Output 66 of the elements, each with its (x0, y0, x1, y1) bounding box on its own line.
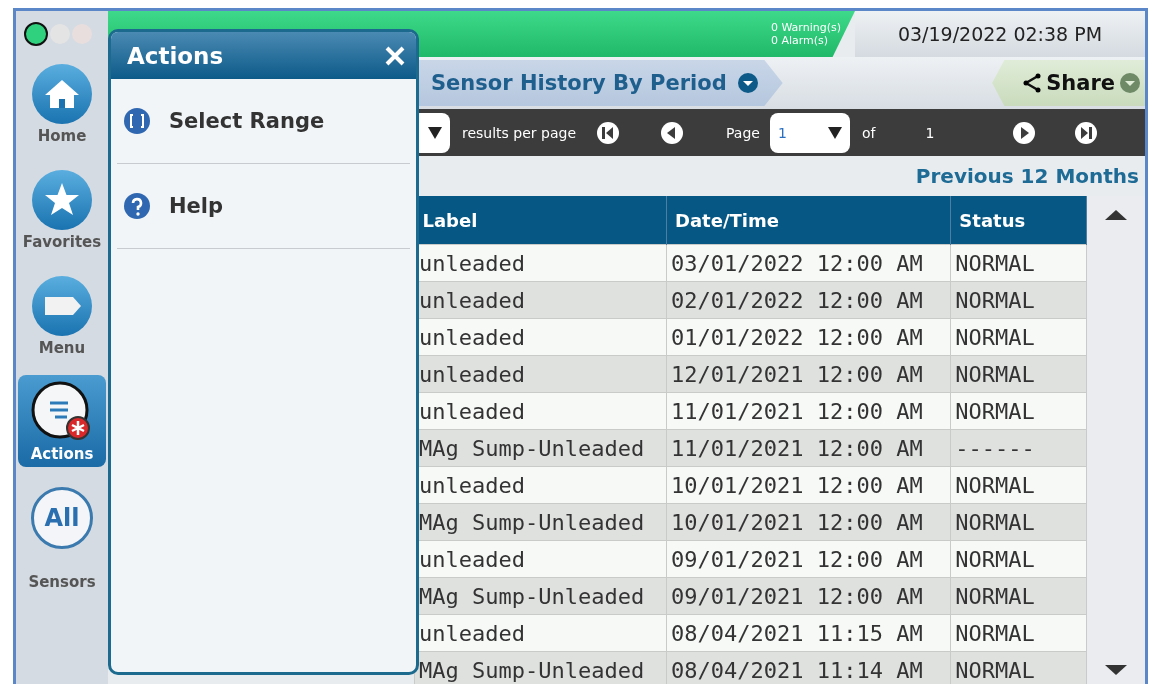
period-label: Previous 12 Months (914, 163, 1140, 190)
table-cell: NORMAL (950, 577, 1087, 615)
caret-icon (428, 126, 442, 139)
sidebar-item[interactable]: Favorites (18, 163, 106, 255)
table-cell: NORMAL (950, 281, 1087, 319)
table-cell: NORMAL (950, 466, 1087, 504)
of-label: of (861, 124, 876, 141)
table-cell: NORMAL (950, 614, 1087, 652)
scroll-up-icon[interactable] (1105, 210, 1127, 220)
table-cell: 10/01/2021 12:00 AM (666, 503, 951, 541)
table-cell: 01/01/2022 12:00 AM (666, 318, 951, 356)
breadcrumb-tab[interactable]: Sensor History By Period (417, 60, 783, 106)
date-time: 03/19/2022 02:38 PM (855, 11, 1145, 57)
action-item[interactable]: Select Range (117, 79, 410, 164)
panel-title: Actions (127, 42, 224, 69)
first-page-icon[interactable] (596, 120, 621, 145)
last-page-icon[interactable] (1074, 120, 1099, 145)
table-cell: 09/01/2021 12:00 AM (666, 540, 951, 578)
share-icon (1022, 73, 1043, 93)
table-cell: NORMAL (950, 651, 1087, 684)
table-cell: NORMAL (950, 503, 1087, 541)
table-cell: NORMAL (950, 540, 1087, 578)
table-cell: 12/01/2021 12:00 AM (666, 355, 951, 393)
table-cell: 10/01/2021 12:00 AM (666, 466, 951, 504)
sidebar-item[interactable]: Actions (18, 375, 106, 467)
table-cell: 02/01/2022 12:00 AM (666, 281, 951, 319)
dropdown-icon (1119, 72, 1141, 94)
all-icon: All (31, 487, 93, 549)
table-cell: NORMAL (950, 244, 1087, 282)
table-cell: 11/01/2021 12:00 AM (666, 429, 951, 467)
table-cell: NORMAL (950, 318, 1087, 356)
per-page-label: results per page (462, 124, 577, 141)
column-header: Date/Time (666, 196, 951, 245)
next-page-icon[interactable] (1012, 120, 1037, 145)
tag-icon (31, 275, 93, 337)
table-cell: 11/01/2021 12:00 AM (666, 392, 951, 430)
page-label: Page (726, 124, 760, 141)
sidebar-item[interactable]: Home (18, 57, 106, 149)
column-header: Status (950, 196, 1087, 245)
scroll-down-icon[interactable] (1105, 665, 1127, 675)
previous-page-icon[interactable] (660, 120, 685, 145)
table-cell: ------ (950, 429, 1087, 467)
house-icon (31, 63, 93, 125)
alarm-count: 0 Alarm(s) (770, 34, 830, 47)
table-cell: 09/01/2021 12:00 AM (666, 577, 951, 615)
action-item[interactable]: Help (117, 164, 410, 249)
close-button[interactable] (384, 44, 406, 67)
table-cell: 08/04/2021 11:14 AM (666, 651, 951, 684)
table-cell: 08/04/2021 11:15 AM (666, 614, 951, 652)
table-cell: NORMAL (950, 392, 1087, 430)
sidebar-item[interactable]: All Sensors (18, 481, 106, 595)
warning-count: 0 Warning(s) (770, 21, 841, 34)
total-pages: 1 (925, 124, 935, 141)
status-light (24, 22, 48, 46)
close-icon (384, 44, 406, 67)
table-cell: NORMAL (950, 355, 1087, 393)
share-button[interactable]: Share (992, 60, 1145, 106)
table-cell: 03/01/2022 12:00 AM (666, 244, 951, 282)
dropdown-icon (736, 72, 759, 94)
list-icon (31, 381, 93, 443)
table-cell: MAg Sump-Unleaded (414, 651, 667, 684)
help-icon (123, 192, 151, 220)
brackets-icon (123, 107, 151, 135)
sidebar-item[interactable]: Menu (18, 269, 106, 361)
page-dropdown[interactable]: 1 (769, 112, 850, 153)
caret-icon (827, 126, 842, 139)
